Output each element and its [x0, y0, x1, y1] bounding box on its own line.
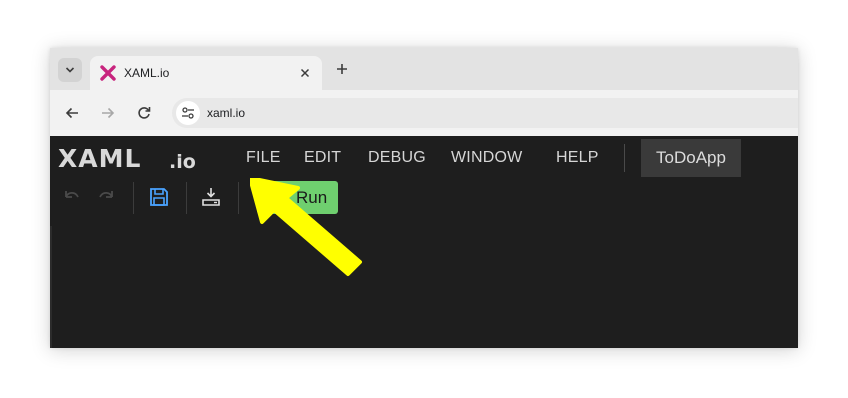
- browser-tab[interactable]: XAML.io: [90, 56, 322, 90]
- tab-strip: XAML.io: [50, 48, 798, 90]
- arrow-left-icon: [65, 107, 78, 119]
- address-bar[interactable]: xaml.io: [172, 98, 798, 128]
- xaml-io-app: XAML .io FILE EDIT DEBUG WINDOW HELP ToD…: [50, 136, 798, 348]
- url-text: xaml.io: [207, 106, 246, 120]
- new-tab-button[interactable]: [332, 59, 352, 79]
- forward-button[interactable]: [97, 102, 119, 124]
- plus-icon: [337, 64, 347, 74]
- reload-icon: [138, 107, 151, 119]
- tab-close-button[interactable]: [296, 64, 314, 82]
- xaml-x-icon: [100, 65, 116, 81]
- tab-search-button[interactable]: [58, 58, 82, 82]
- project-button[interactable]: ToDoApp: [641, 139, 741, 177]
- tab-title: XAML.io: [124, 66, 170, 80]
- undo-icon: [65, 191, 79, 198]
- menu-debug[interactable]: DEBUG: [368, 149, 426, 167]
- menu-file[interactable]: FILE: [246, 149, 281, 167]
- toolbar-divider: [186, 182, 187, 214]
- arrow-right-icon: [102, 107, 115, 119]
- redo-button[interactable]: [96, 186, 118, 208]
- menu-window[interactable]: WINDOW: [451, 149, 522, 167]
- menu-help[interactable]: HELP: [556, 149, 599, 167]
- save-icon: [150, 188, 168, 206]
- menu-edit[interactable]: EDIT: [304, 149, 341, 167]
- save-button[interactable]: [148, 186, 170, 208]
- site-info-button[interactable]: [176, 101, 200, 125]
- redo-icon: [99, 191, 113, 198]
- browser-toolbar: xaml.io: [50, 90, 798, 136]
- toolbar-divider: [238, 182, 239, 214]
- reload-button[interactable]: [133, 102, 155, 124]
- logo-suffix: .io: [169, 151, 196, 173]
- editor-panel-edge: [50, 226, 52, 348]
- browser-window: XAML .io xaml.io XAML .io FILE EDIT DEBUG…: [50, 48, 798, 348]
- annotation-arrow: [250, 178, 362, 276]
- undo-button[interactable]: [60, 186, 82, 208]
- download-icon: [202, 188, 220, 206]
- menu-divider: [624, 144, 625, 172]
- xaml-logo: XAML .io: [58, 144, 198, 173]
- toolbar-divider: [133, 182, 134, 214]
- chevron-down-icon: [65, 67, 75, 73]
- tune-icon: [182, 107, 194, 119]
- close-icon: [300, 68, 310, 78]
- xaml-logo-mark: XAML .io: [58, 144, 196, 173]
- back-button[interactable]: [61, 102, 83, 124]
- download-button[interactable]: [200, 186, 222, 208]
- logo-text: XAML: [58, 144, 141, 173]
